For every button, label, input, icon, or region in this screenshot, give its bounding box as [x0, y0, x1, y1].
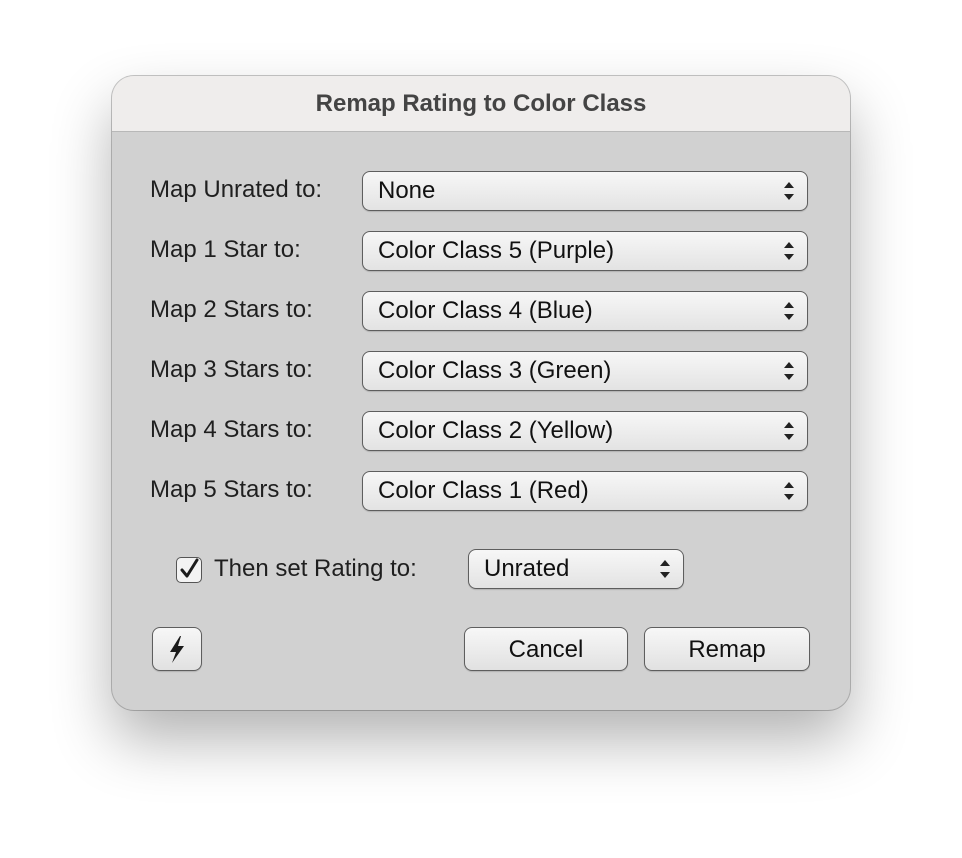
map-3-stars-value: Color Class 3 (Green)	[378, 357, 612, 384]
set-rating-label[interactable]: Then set Rating to:	[214, 554, 417, 584]
rating-popup[interactable]: Unrated	[468, 549, 684, 589]
map-5-stars-label: Map 5 Stars to:	[150, 476, 313, 503]
map-4-stars-value: Color Class 2 (Yellow)	[378, 417, 614, 444]
up-down-arrows-icon	[784, 182, 794, 200]
map-5-stars-value: Color Class 1 (Red)	[378, 477, 589, 504]
title-bar[interactable]: Remap Rating to Color Class	[112, 76, 850, 132]
checkmark-icon	[180, 558, 198, 577]
map-4-stars-label: Map 4 Stars to:	[150, 416, 313, 443]
map-3-stars-label: Map 3 Stars to:	[150, 356, 313, 383]
rating-value: Unrated	[484, 555, 570, 582]
map-unrated-value: None	[378, 177, 436, 204]
up-down-arrows-icon	[660, 560, 670, 578]
action-button[interactable]	[152, 627, 202, 671]
map-4-stars-popup[interactable]: Color Class 2 (Yellow)	[362, 411, 808, 451]
map-2-stars-value: Color Class 4 (Blue)	[378, 297, 593, 324]
up-down-arrows-icon	[784, 362, 794, 380]
map-5-stars-popup[interactable]: Color Class 1 (Red)	[362, 471, 808, 511]
cancel-button[interactable]: Cancel	[464, 627, 628, 671]
map-unrated-label: Map Unrated to:	[150, 176, 323, 203]
map-2-stars-label: Map 2 Stars to:	[150, 296, 313, 323]
map-1-star-label: Map 1 Star to:	[150, 236, 301, 263]
map-unrated-popup[interactable]: None	[362, 171, 808, 211]
up-down-arrows-icon	[784, 242, 794, 260]
up-down-arrows-icon	[784, 302, 794, 320]
map-3-stars-popup[interactable]: Color Class 3 (Green)	[362, 351, 808, 391]
up-down-arrows-icon	[784, 482, 794, 500]
lightning-bolt-icon	[170, 636, 184, 663]
map-2-stars-popup[interactable]: Color Class 4 (Blue)	[362, 291, 808, 331]
map-1-star-popup[interactable]: Color Class 5 (Purple)	[362, 231, 808, 271]
remap-rating-dialog: Remap Rating to Color Class Map Unrated …	[112, 76, 850, 710]
remap-button[interactable]: Remap	[644, 627, 810, 671]
set-rating-checkbox[interactable]	[176, 557, 202, 583]
map-1-star-value: Color Class 5 (Purple)	[378, 237, 615, 264]
up-down-arrows-icon	[784, 422, 794, 440]
dialog-title: Remap Rating to Color Class	[315, 90, 647, 117]
